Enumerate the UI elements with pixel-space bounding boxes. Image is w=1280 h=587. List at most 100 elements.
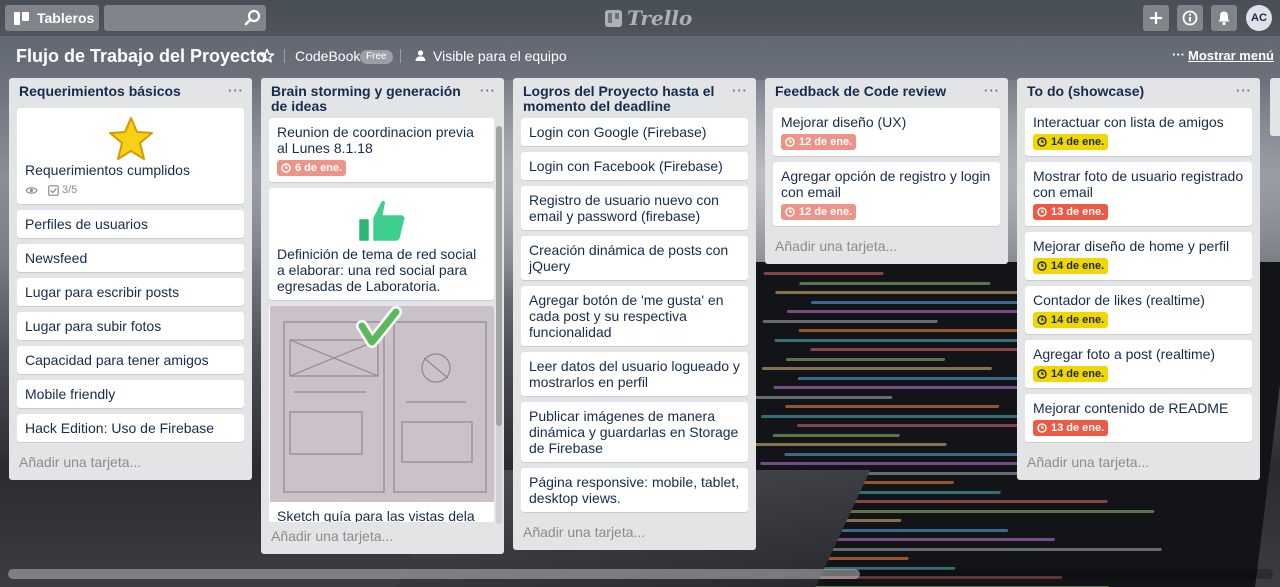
search-icon[interactable] <box>244 9 262 27</box>
sketch-photo-image <box>269 306 494 502</box>
team-visibility-icon <box>415 50 426 61</box>
card-lugar-para-subir-fotos[interactable]: Lugar para subir fotos <box>17 312 244 340</box>
add-card-link[interactable]: Añadir una tarjeta... <box>1017 448 1260 480</box>
list-header[interactable]: Requerimientos básicos ··· <box>9 78 252 108</box>
card-cover <box>277 194 486 246</box>
card-mostrar-foto-de-usuario-regi[interactable]: Mostrar foto de usuario registrado con e… <box>1025 162 1252 226</box>
board-title[interactable]: Flujo de Trabajo del Proyecto <box>16 46 267 67</box>
due-date-text: 13 de ene. <box>1051 206 1105 218</box>
list-scroll-thumb[interactable] <box>496 126 502 426</box>
card-requerimientos-cumplidos[interactable]: Requerimientos cumplidos 3/5 <box>17 108 244 204</box>
partial-list[interactable] <box>1270 78 1280 136</box>
horizontal-scrollbar[interactable] <box>8 569 1273 579</box>
clock-icon <box>1037 369 1047 379</box>
list-cards: Reunion de coordinacion previa al Lunes … <box>261 118 496 522</box>
star-board-icon[interactable] <box>259 48 275 64</box>
card-hack-edition-uso-de-firebase[interactable]: Hack Edition: Uso de Firebase <box>17 414 244 442</box>
list-title[interactable]: Brain storming y generación de ideas <box>271 83 461 114</box>
add-card-link[interactable]: Añadir una tarjeta... <box>513 518 756 550</box>
notifications-button[interactable] <box>1211 5 1237 31</box>
show-menu-link[interactable]: Mostrar menú <box>1188 48 1274 63</box>
card-newsfeed[interactable]: Newsfeed <box>17 244 244 272</box>
list-header[interactable]: To do (showcase) ··· <box>1017 78 1260 108</box>
card-perfiles-de-usuarios[interactable]: Perfiles de usuarios <box>17 210 244 238</box>
horizontal-scroll-thumb[interactable] <box>8 569 860 579</box>
list-requerimientos-basicos: Requerimientos básicos ··· Requerimientos … <box>9 78 252 480</box>
due-date-badge: 6 de ene. <box>277 160 347 176</box>
list-menu-icon[interactable]: ··· <box>480 83 496 98</box>
card-title: Hack Edition: Uso de Firebase <box>25 420 215 436</box>
list-title[interactable]: Logros del Proyecto hasta el momento del… <box>523 83 714 114</box>
list-title[interactable]: Feedback de Code review <box>775 83 946 99</box>
add-button[interactable] <box>1143 5 1169 31</box>
list-scrollbar[interactable] <box>496 126 502 524</box>
card-contador-de-likes-realtime[interactable]: Contador de likes (realtime) 14 de ene. <box>1025 286 1252 334</box>
card-reunion-de-coordinacion-prev[interactable]: Reunion de coordinacion previa al Lunes … <box>269 118 494 182</box>
list-title[interactable]: To do (showcase) <box>1027 83 1144 99</box>
bell-icon <box>1218 11 1230 26</box>
search-input[interactable] <box>104 5 266 31</box>
list-title[interactable]: Requerimientos básicos <box>19 83 181 99</box>
card-agregar-opcion-de-registro-y[interactable]: Agregar opción de registro y login con e… <box>773 162 1000 226</box>
due-date-badge: 14 de ene. <box>1033 134 1109 150</box>
plus-icon <box>1150 12 1162 24</box>
due-date-badge: 14 de ene. <box>1033 312 1109 328</box>
card-mejorar-contenido-de-readme[interactable]: Mejorar contenido de README 13 de ene. <box>1025 394 1252 442</box>
card-lugar-para-escribir-posts[interactable]: Lugar para escribir posts <box>17 278 244 306</box>
avatar[interactable]: AC <box>1246 5 1272 31</box>
due-date-text: 12 de ene. <box>799 136 853 148</box>
list-menu-icon[interactable]: ··· <box>228 83 244 98</box>
due-date-text: 13 de ene. <box>1051 422 1105 434</box>
visibility-button[interactable]: Visible para el equipo <box>433 48 567 64</box>
list-header[interactable]: Feedback de Code review ··· <box>765 78 1008 108</box>
boards-icon <box>14 11 29 25</box>
card-mejorar-diseno-de-home-y-per[interactable]: Mejorar diseño de home y perfil 14 de ene… <box>1025 232 1252 280</box>
card-title: Requerimientos cumplidos <box>25 162 190 178</box>
add-card-link[interactable]: Añadir una tarjeta... <box>9 448 252 480</box>
list-menu-icon[interactable]: ··· <box>1236 83 1252 98</box>
card-publicar-imagenes-de-manera-[interactable]: Publicar imágenes de manera dinámica y g… <box>521 402 748 462</box>
add-card-link[interactable]: Añadir una tarjeta... <box>765 232 1008 264</box>
card-capacidad-para-tener-amigos[interactable]: Capacidad para tener amigos <box>17 346 244 374</box>
info-button[interactable] <box>1177 5 1203 31</box>
card-agregar-boton-de-me-gusta-en[interactable]: Agregar botón de 'me gusta' en cada post… <box>521 286 748 346</box>
code-line <box>761 367 993 370</box>
card-creacion-dinamica-de-posts-c[interactable]: Creación dinámica de posts con jQuery <box>521 236 748 280</box>
list-menu-icon[interactable]: ··· <box>732 83 748 98</box>
card-leer-datos-del-usuario-logue[interactable]: Leer datos del usuario logueado y mostra… <box>521 352 748 396</box>
due-date-badge: 12 de ene. <box>781 134 857 150</box>
card-mobile-friendly[interactable]: Mobile friendly <box>17 380 244 408</box>
card-definicion-de-tema-de-red-so[interactable]: Definición de tema de red social a elabo… <box>269 188 494 300</box>
card-title: Agregar opción de registro y login con e… <box>781 168 991 200</box>
card-registro-de-usuario-nuevo-co[interactable]: Registro de usuario nuevo con email y pa… <box>521 186 748 230</box>
list-menu-icon[interactable]: ··· <box>984 83 1000 98</box>
code-line <box>785 405 1000 408</box>
top-header: Tableros Trello AC <box>0 0 1280 36</box>
due-date-text: 14 de ene. <box>1051 136 1105 148</box>
add-card-link[interactable]: Añadir una tarjeta... <box>261 522 504 554</box>
card-pagina-responsive-mobile-tab[interactable]: Página responsive: mobile, tablet, deskt… <box>521 468 748 512</box>
star-sticker-icon <box>108 117 153 160</box>
boards-button[interactable]: Tableros <box>5 5 99 31</box>
card-agregar-foto-a-post-realtime[interactable]: Agregar foto a post (realtime) 14 de ene. <box>1025 340 1252 388</box>
due-date-badge: 14 de ene. <box>1033 366 1109 382</box>
watch-icon <box>25 186 38 195</box>
card-login-con-facebook-firebase[interactable]: Login con Facebook (Firebase) <box>521 152 748 180</box>
list-header[interactable]: Brain storming y generación de ideas ··· <box>261 78 504 118</box>
list-cards: Login con Google (Firebase) Login con Fac… <box>513 118 756 512</box>
team-name[interactable]: CodeBook <box>295 48 360 64</box>
info-icon <box>1182 10 1198 26</box>
code-line <box>775 291 1038 294</box>
card-sketch-guia-para-las-vistas-[interactable]: Sketch guía para las vistas dela <box>269 306 494 522</box>
card-title: Mobile friendly <box>25 386 116 402</box>
code-line <box>782 547 1162 551</box>
card-title: Interactuar con lista de amigos <box>1033 114 1224 130</box>
trello-logo[interactable]: Trello <box>605 6 692 30</box>
card-title: Lugar para escribir posts <box>25 284 180 300</box>
card-interactuar-con-lista-de-ami[interactable]: Interactuar con lista de amigos 14 de ene… <box>1025 108 1252 156</box>
card-mejorar-diseno-ux[interactable]: Mejorar diseño (UX) 12 de ene. <box>773 108 1000 156</box>
clock-icon <box>281 163 291 173</box>
header-divider <box>284 49 285 63</box>
card-login-con-google-firebase[interactable]: Login con Google (Firebase) <box>521 118 748 146</box>
list-header[interactable]: Logros del Proyecto hasta el momento del… <box>513 78 756 118</box>
